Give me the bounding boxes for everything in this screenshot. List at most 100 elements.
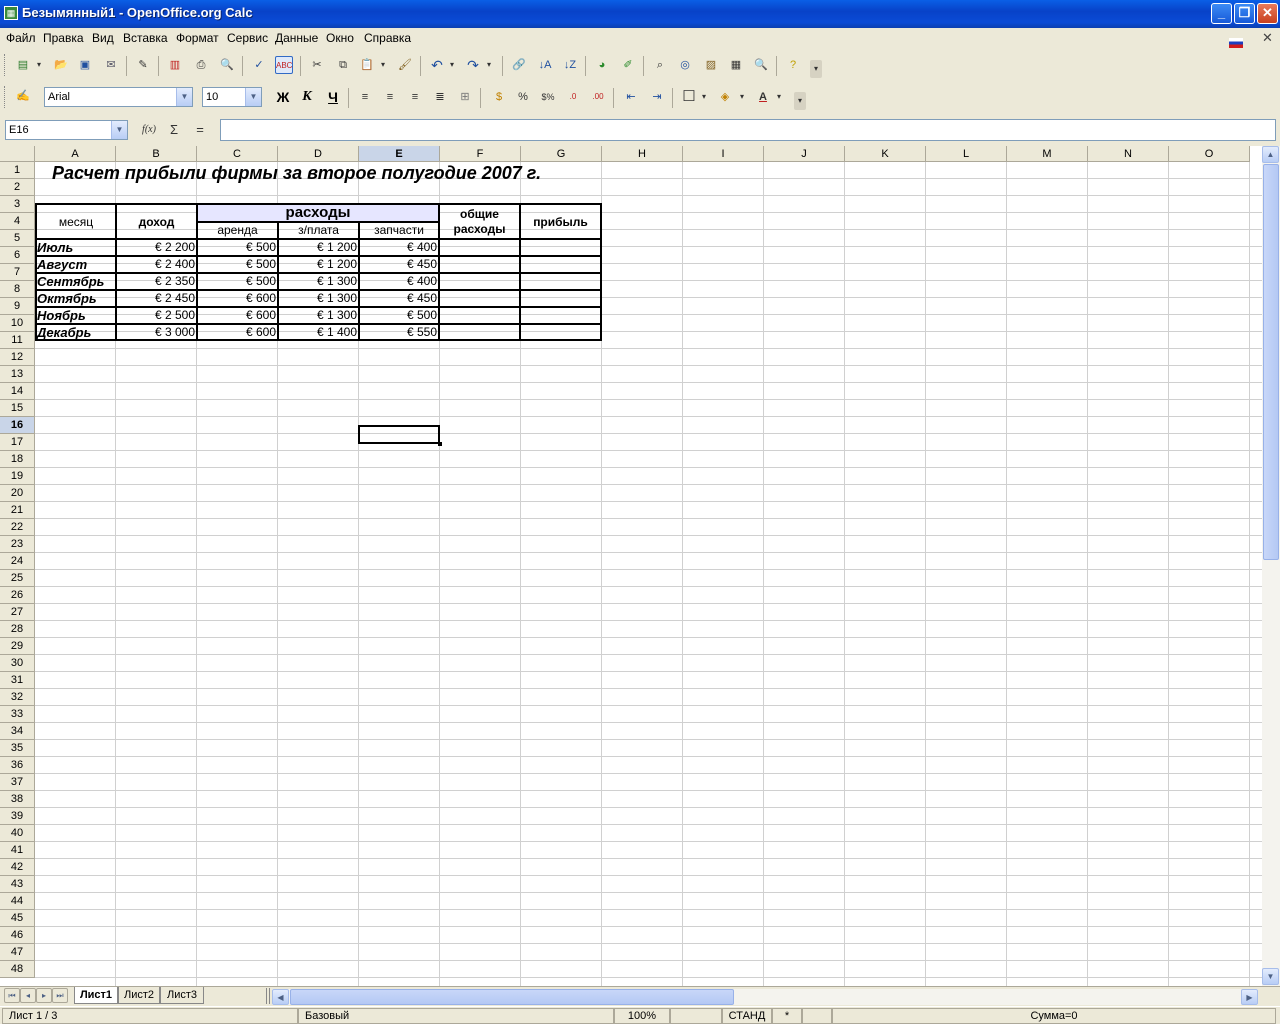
header-income[interactable]: доход bbox=[116, 203, 197, 239]
cell-salary[interactable]: € 1 300 bbox=[278, 307, 359, 324]
spreadsheet-grid[interactable]: ABCDEFGHIJKLMNO 1 2 3 4 5 6 7 8 9 10 11 12 13 14 15 16 1… bbox=[0, 146, 1262, 986]
row-header[interactable]: 17 bbox=[0, 434, 35, 451]
column-header[interactable]: H bbox=[602, 146, 683, 162]
horizontal-scrollbar[interactable]: ◀ ▶ bbox=[272, 989, 1258, 1005]
menu-view[interactable]: Вид bbox=[92, 31, 114, 45]
fill-handle[interactable] bbox=[438, 442, 442, 446]
row-header[interactable]: 25 bbox=[0, 570, 35, 587]
vertical-scroll-thumb[interactable] bbox=[1263, 164, 1279, 560]
tab-splitter[interactable] bbox=[266, 988, 270, 1004]
cell-month[interactable]: Декабрь bbox=[35, 324, 116, 341]
column-header[interactable]: M bbox=[1007, 146, 1088, 162]
toolbar-overflow-icon[interactable]: ▾ bbox=[810, 60, 822, 78]
cell-income[interactable]: € 2 400 bbox=[116, 256, 197, 273]
cell-profit[interactable] bbox=[520, 290, 602, 307]
row-header[interactable]: 9 bbox=[0, 298, 35, 315]
cell-profit[interactable] bbox=[520, 324, 602, 341]
save-icon[interactable]: ▣ bbox=[76, 56, 94, 74]
row-header[interactable]: 13 bbox=[0, 366, 35, 383]
scroll-down-icon[interactable]: ▼ bbox=[1262, 968, 1279, 985]
scroll-left-icon[interactable]: ◀ bbox=[272, 989, 289, 1005]
edit-file-icon[interactable]: ✎ bbox=[134, 56, 152, 74]
row-header[interactable]: 10 bbox=[0, 315, 35, 332]
table-title[interactable]: Расчет прибыли фирмы за второе полугодие… bbox=[52, 163, 541, 185]
cell-profit[interactable] bbox=[520, 256, 602, 273]
toolbar-overflow-icon[interactable]: ▾ bbox=[794, 92, 806, 110]
menu-tools[interactable]: Сервис bbox=[227, 31, 268, 45]
undo-icon[interactable]: ↶ bbox=[428, 56, 446, 74]
tab-sheet1[interactable]: Лист1 bbox=[74, 987, 118, 1004]
row-header[interactable]: 20 bbox=[0, 485, 35, 502]
status-signature[interactable] bbox=[802, 1008, 832, 1024]
new-document-icon[interactable]: ▤ bbox=[14, 56, 32, 74]
column-header[interactable]: L bbox=[926, 146, 1007, 162]
row-header[interactable]: 31 bbox=[0, 672, 35, 689]
row-header[interactable]: 34 bbox=[0, 723, 35, 740]
column-header[interactable]: G bbox=[521, 146, 602, 162]
scroll-up-icon[interactable]: ▲ bbox=[1262, 146, 1279, 163]
column-header[interactable]: O bbox=[1169, 146, 1250, 162]
row-header[interactable]: 16 bbox=[0, 417, 35, 434]
row-header[interactable]: 6 bbox=[0, 247, 35, 264]
row-header[interactable]: 11 bbox=[0, 332, 35, 349]
row-header[interactable]: 30 bbox=[0, 655, 35, 672]
export-pdf-icon[interactable]: ▥ bbox=[166, 56, 184, 74]
undo-dropdown-icon[interactable]: ▾ bbox=[447, 56, 457, 74]
format-paintbrush-icon[interactable]: 🖌 bbox=[396, 56, 414, 74]
header-rent[interactable]: аренда bbox=[197, 222, 278, 239]
cell-income[interactable]: € 2 200 bbox=[116, 239, 197, 256]
menu-window[interactable]: Окно bbox=[326, 31, 354, 45]
hyperlink-icon[interactable]: 🔗 bbox=[510, 56, 528, 74]
status-page-style[interactable]: Базовый bbox=[298, 1008, 614, 1024]
column-header[interactable]: I bbox=[683, 146, 764, 162]
row-header[interactable]: 28 bbox=[0, 621, 35, 638]
row-header[interactable]: 18 bbox=[0, 451, 35, 468]
row-header[interactable]: 23 bbox=[0, 536, 35, 553]
cell-profit[interactable] bbox=[520, 273, 602, 290]
row-header[interactable]: 39 bbox=[0, 808, 35, 825]
column-header[interactable]: K bbox=[845, 146, 926, 162]
row-header[interactable]: 26 bbox=[0, 587, 35, 604]
row-header[interactable]: 36 bbox=[0, 757, 35, 774]
row-header[interactable]: 27 bbox=[0, 604, 35, 621]
next-sheet-icon[interactable]: ▸ bbox=[36, 988, 52, 1003]
select-all-corner[interactable] bbox=[0, 146, 35, 162]
column-header[interactable]: E bbox=[359, 146, 440, 162]
cell-total-expenses[interactable] bbox=[439, 256, 520, 273]
row-header[interactable]: 46 bbox=[0, 927, 35, 944]
row-header[interactable]: 4 bbox=[0, 213, 35, 230]
zoom-icon[interactable]: 🔍 bbox=[752, 56, 770, 74]
column-header[interactable]: J bbox=[764, 146, 845, 162]
column-header[interactable]: B bbox=[116, 146, 197, 162]
show-draw-functions-icon[interactable]: ✐ bbox=[619, 56, 637, 74]
cell-total-expenses[interactable] bbox=[439, 239, 520, 256]
row-header[interactable]: 3 bbox=[0, 196, 35, 213]
row-header[interactable]: 37 bbox=[0, 774, 35, 791]
row-header[interactable]: 29 bbox=[0, 638, 35, 655]
cell-salary[interactable]: € 1 200 bbox=[278, 239, 359, 256]
cell-salary[interactable]: € 1 200 bbox=[278, 256, 359, 273]
menu-insert[interactable]: Вставка bbox=[123, 31, 168, 45]
close-button[interactable]: ✕ bbox=[1257, 3, 1278, 24]
row-header[interactable]: 1 bbox=[0, 162, 35, 179]
borders-dropdown-icon[interactable]: ▾ bbox=[699, 88, 709, 106]
row-header[interactable]: 24 bbox=[0, 553, 35, 570]
font-size-combo[interactable]: 10 ▼ bbox=[202, 87, 262, 107]
bold-button[interactable]: Ж bbox=[274, 88, 292, 106]
header-month[interactable]: месяц bbox=[35, 203, 116, 239]
print-icon[interactable]: ⎙ bbox=[192, 56, 210, 74]
help-icon[interactable]: ? bbox=[784, 56, 802, 74]
cell-salary[interactable]: € 1 300 bbox=[278, 290, 359, 307]
row-header[interactable]: 47 bbox=[0, 944, 35, 961]
redo-dropdown-icon[interactable]: ▾ bbox=[484, 56, 494, 74]
align-right-icon[interactable]: ≡ bbox=[406, 88, 424, 106]
row-header[interactable]: 48 bbox=[0, 961, 35, 978]
cell-income[interactable]: € 2 450 bbox=[116, 290, 197, 307]
underline-button[interactable]: Ч bbox=[324, 88, 342, 106]
row-header[interactable]: 44 bbox=[0, 893, 35, 910]
chevron-down-icon[interactable]: ▼ bbox=[176, 88, 192, 106]
minimize-button[interactable]: _ bbox=[1211, 3, 1232, 24]
page-preview-icon[interactable]: 🔍 bbox=[218, 56, 236, 74]
cell-rent[interactable]: € 600 bbox=[197, 290, 278, 307]
cell-total-expenses[interactable] bbox=[439, 273, 520, 290]
